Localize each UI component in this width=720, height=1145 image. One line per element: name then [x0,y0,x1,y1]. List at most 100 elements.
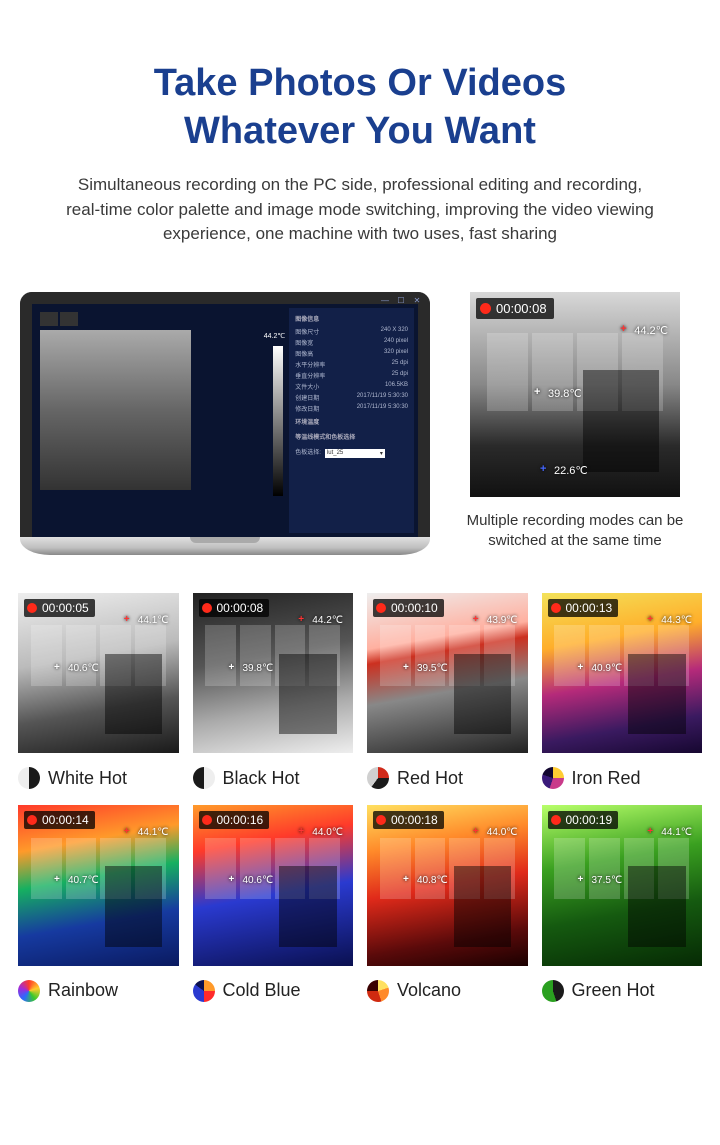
palette-swatch-icon [367,980,389,1002]
record-icon [202,815,212,825]
palette-thumbnail: 00:00:1043.9℃39.5℃ [367,593,528,754]
palette-name: Red Hot [397,768,463,789]
record-icon [376,603,386,613]
info-row: 图像高320 pixel [295,349,408,358]
page-subtitle: Simultaneous recording on the PC side, p… [30,173,690,247]
palette-name: Iron Red [572,768,641,789]
info-key: 修改日期 [295,404,319,413]
scale-top-temp: 44.2℃ [264,332,286,340]
info-value: 2017/11/19 5:30:30 [357,393,408,402]
palette-label-row: Iron Red [542,767,703,789]
palette-swatch-icon [542,767,564,789]
temp-marker-mid: 40.8℃ [417,875,448,886]
palette-thumbnail: 00:00:1944.1℃37.5℃ [542,805,703,966]
palette-name: Cold Blue [223,980,301,1001]
record-icon [551,603,561,613]
laptop-base [20,537,430,555]
info-value: 240 X 320 [381,327,408,336]
title-line-1: Take Photos Or Videos [154,62,567,104]
info-row: 水平分辨率25 dpi [295,360,408,369]
palette-card: 00:00:1444.1℃40.7℃Rainbow [18,805,179,1002]
info-row: 创建日期 2017/11/19 5:30:30 [295,393,408,402]
laptop-screen: — ☐ ✕ 44.2℃ 图像信息 图像尺寸240 X 320图像宽240 pix… [20,292,430,537]
palette-label-row: Cold Blue [193,980,354,1002]
temp-marker-mid: 39.5℃ [417,663,448,674]
maximize-icon[interactable]: ☐ [394,296,408,306]
info-row: 修改日期 2017/11/19 5:30:30 [295,404,408,413]
palette-thumbnail: 00:00:0544.1℃40.6℃ [18,593,179,754]
temp-marker-high: 43.9℃ [487,615,518,626]
info-key: 图像高 [295,349,313,358]
palette-label-row: Red Hot [367,767,528,789]
palette-select[interactable]: lut_25 ▾ [325,449,385,458]
recording-timer: 00:00:18 [391,813,438,827]
info-rows: 图像尺寸240 X 320图像宽240 pixel图像高320 pixel水平分… [295,327,408,413]
palette-card: 00:00:1344.3℃40.9℃Iron Red [542,593,703,790]
record-icon [27,815,37,825]
temp-marker-high: 44.2℃ [634,324,668,337]
palette-select-label: 色板选择: [295,447,321,456]
recording-badge: 00:00:08 [199,599,270,617]
palette-name: White Hot [48,768,127,789]
recording-timer: 00:00:14 [42,813,89,827]
recording-timer: 00:00:08 [217,601,264,615]
palette-label-row: Rainbow [18,980,179,1002]
env-temp-label: 环境温度 [295,417,408,426]
recording-badge: 00:00:16 [199,811,270,829]
recording-badge: 00:00:14 [24,811,95,829]
info-value: 2017/11/19 5:30:30 [357,404,408,413]
palette-name: Green Hot [572,980,655,1001]
software-preview-pane [36,308,195,533]
record-icon [551,815,561,825]
temp-marker-mid: 40.9℃ [592,663,623,674]
info-row: 文件大小 106.5KB [295,382,408,391]
temp-marker-high: 44.0℃ [312,827,343,838]
palette-thumbnail: 00:00:16 44.0℃ 40.6℃ [193,805,354,966]
recording-preview: 00:00:08 44.2℃ 39.8℃ 22.6℃ [470,292,680,497]
info-key: 图像宽 [295,338,313,347]
info-key: 图像尺寸 [295,327,319,336]
temp-marker-mid: 37.5℃ [592,875,623,886]
record-icon [27,603,37,613]
palette-card: 00:00:1043.9℃39.5℃Red Hot [367,593,528,790]
palette-card: 00:00:16 44.0℃ 40.6℃ Cold Blue [193,805,354,1002]
close-icon[interactable]: ✕ [410,296,424,306]
palette-swatch-icon [18,767,40,789]
palette-thumbnail: 00:00:1344.3℃40.9℃ [542,593,703,754]
info-value: 106.5KB [385,382,408,391]
temp-marker-mid: 40.6℃ [243,875,274,886]
palette-card: 00:00:1844.0℃40.8℃Volcano [367,805,528,1002]
info-key: 创建日期 [295,393,319,402]
thumbnail[interactable] [40,312,58,326]
palette-label-row: Black Hot [193,767,354,789]
palette-swatch-icon [542,980,564,1002]
temp-marker-mid: 39.8℃ [548,387,582,400]
palette-swatch-icon [367,767,389,789]
record-icon [202,603,212,613]
palette-swatch-icon [193,767,215,789]
temp-marker-high: 44.2℃ [312,615,343,626]
temp-marker-high: 44.1℃ [661,827,692,838]
palette-swatch-icon [18,980,40,1002]
page-title: Take Photos Or Videos Whatever You Want [30,60,690,155]
thumbnail[interactable] [60,312,78,326]
recording-badge: 00:00:05 [24,599,95,617]
temp-marker-high: 44.1℃ [138,615,169,626]
palette-label-row: Green Hot [542,980,703,1002]
temp-marker-high: 44.3℃ [661,615,692,626]
palette-card: 00:00:0544.1℃40.6℃White Hot [18,593,179,790]
temp-marker-mid: 39.8℃ [243,663,274,674]
hero-row: — ☐ ✕ 44.2℃ 图像信息 图像尺寸240 X 320图像宽240 pix… [0,267,720,585]
recording-timer: 00:00:05 [42,601,89,615]
side-caption: Multiple recording modes can be switched… [450,511,700,552]
record-icon [376,815,386,825]
info-key: 文件大小 [295,382,319,391]
info-value: 25 dpi [392,371,408,380]
recording-badge: 00:00:18 [373,811,444,829]
temp-marker-high: 44.0℃ [487,827,518,838]
info-key: 水平分辨率 [295,360,325,369]
minimize-icon[interactable]: — [378,296,392,306]
section-2-label: 等温线模式和色板选择 [295,432,408,441]
temp-marker-low: 22.6℃ [554,464,588,477]
recording-timer: 00:00:08 [496,301,547,316]
